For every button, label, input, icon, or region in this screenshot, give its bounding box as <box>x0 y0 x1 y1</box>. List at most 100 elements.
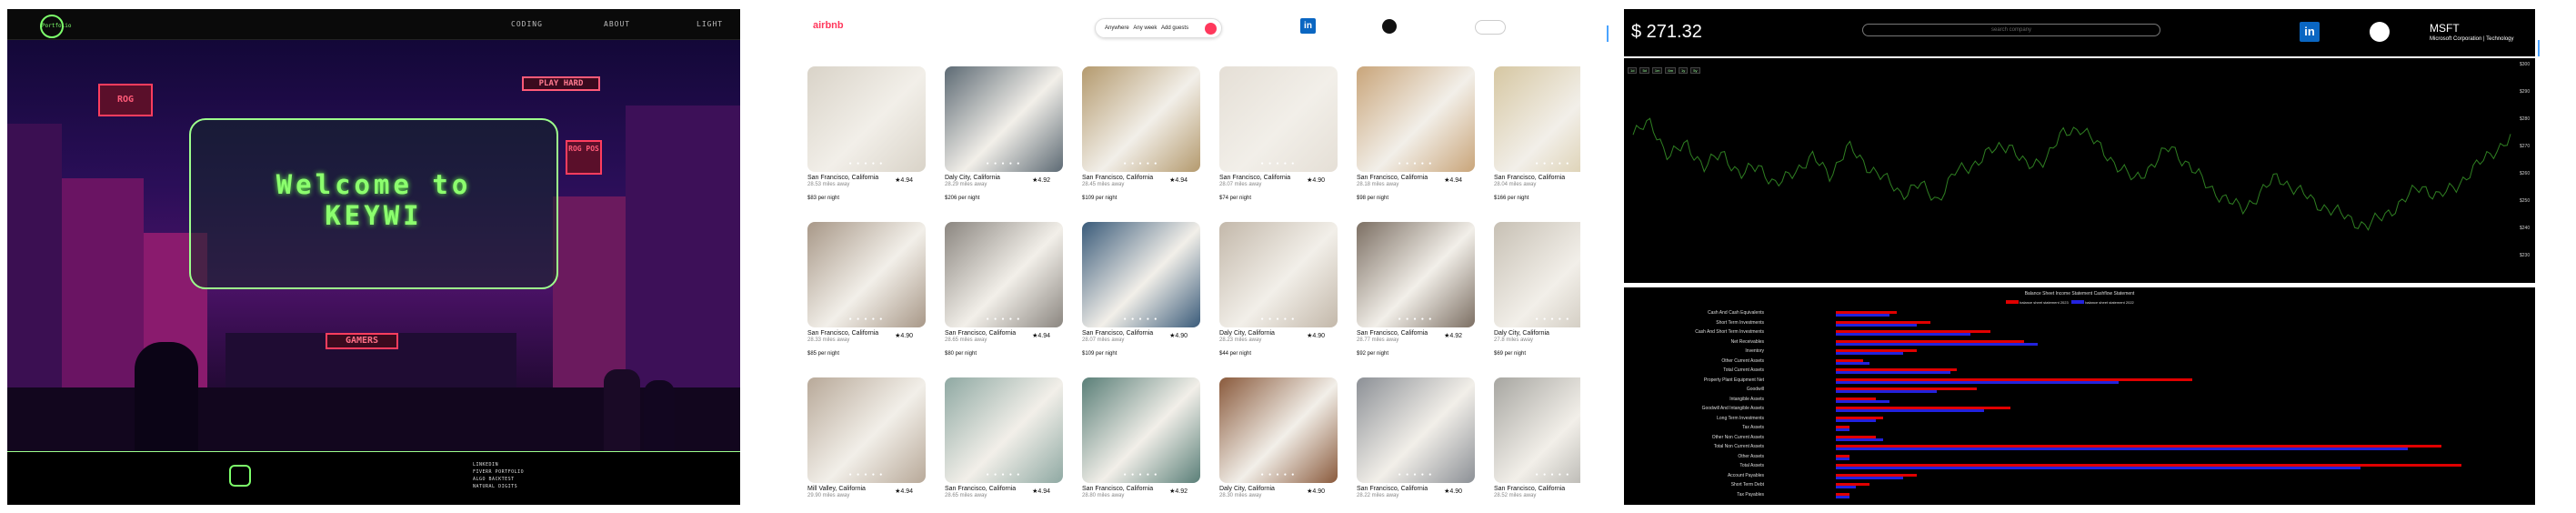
bar-2022[interactable] <box>1836 409 1984 412</box>
airbnb-logo[interactable]: airbnb <box>813 20 844 31</box>
carousel-dots[interactable]: ● ● ● ● ● <box>1082 472 1200 478</box>
bar-2022[interactable] <box>1836 342 2038 346</box>
listing-card[interactable]: ● ● ● ● ● San Francisco, California ★4.94 2… <box>807 66 926 201</box>
listing-photo[interactable]: ● ● ● ● ● <box>807 66 926 172</box>
listing-card[interactable]: ● ● ● ● ●San Francisco, California★28.04… <box>1494 66 1580 201</box>
search-anyweek[interactable]: Any week <box>1133 25 1157 31</box>
carousel-dots[interactable]: ● ● ● ● ● <box>1219 317 1338 322</box>
carousel-dots[interactable]: ● ● ● ● ● <box>807 317 926 322</box>
listing-photo[interactable]: ● ● ● ● ● <box>945 66 1063 172</box>
bar-2022[interactable] <box>1836 418 1877 422</box>
bar-2022[interactable] <box>1836 361 1869 365</box>
carousel-dots[interactable]: ● ● ● ● ● <box>1219 472 1338 478</box>
bar-2022[interactable] <box>1836 486 1857 488</box>
listing-card[interactable]: ● ● ● ● ● San Francisco, California ★4.90 2… <box>1082 222 1200 357</box>
carousel-dots[interactable]: ● ● ● ● ● <box>1357 317 1475 322</box>
listing-photo[interactable]: ● ● ● ● ● <box>1494 222 1580 327</box>
github-icon[interactable] <box>2370 22 2390 42</box>
listing-card[interactable]: ● ● ● ● ● San Francisco, California ★4.90 2… <box>1219 66 1338 201</box>
carousel-dots[interactable]: ● ● ● ● ● <box>1082 161 1200 166</box>
company-search-input[interactable]: search company <box>1862 24 2160 36</box>
listing-card[interactable]: ● ● ● ● ● San Francisco, California ★4.92 2… <box>1357 222 1475 357</box>
footer-link-digits[interactable]: NATURAL DIGITS <box>473 483 524 490</box>
carousel-dots[interactable]: ● ● ● ● ● <box>1357 472 1475 478</box>
footer-link-fiverr[interactable]: FIVERR PORTFOLIO <box>473 468 524 476</box>
footer-link-linkedin[interactable]: LINKEDIN <box>473 461 524 468</box>
bar-2022[interactable] <box>1836 457 1849 460</box>
carousel-dots[interactable]: ● ● ● ● ● <box>807 472 926 478</box>
listing-card[interactable]: ● ● ● ● ●Daly City, California★4.9827.8 … <box>1494 222 1580 357</box>
listing-photo[interactable]: ● ● ● ● ● <box>1494 66 1580 172</box>
listing-photo[interactable]: ● ● ● ● ● <box>1357 222 1475 327</box>
android-icon[interactable] <box>229 465 251 487</box>
listing-photo[interactable]: ● ● ● ● ● <box>1219 222 1338 327</box>
bar-2022[interactable] <box>1836 352 1903 355</box>
statement-tabs[interactable]: Balance Sheet Income Statement Cashflow … <box>1624 291 2535 297</box>
scroll-indicator[interactable] <box>2538 40 2540 56</box>
listing-card[interactable]: ● ● ● ● ● San Francisco, California ★4.94 2… <box>945 222 1063 357</box>
listing-photo[interactable]: ● ● ● ● ● <box>807 377 926 483</box>
listing-photo[interactable]: ● ● ● ● ● <box>945 377 1063 483</box>
bar-2022[interactable] <box>1836 467 2361 469</box>
github-icon[interactable] <box>1382 19 1397 34</box>
footer-link-algo[interactable]: ALGO BACKTEST <box>473 476 524 483</box>
nav-link-light[interactable]: LIGHT <box>697 20 723 28</box>
listing-card[interactable]: ● ● ● ● ● San Francisco, California ★4.94 2… <box>1357 66 1475 201</box>
listing-photo[interactable]: ● ● ● ● ● <box>1494 377 1580 483</box>
listing-photo[interactable]: ● ● ● ● ● <box>1357 66 1475 172</box>
nav-link-coding[interactable]: CODING <box>511 20 543 28</box>
user-menu-button[interactable] <box>1475 20 1506 35</box>
bar-2022[interactable] <box>1836 371 1950 374</box>
listing-card[interactable]: ● ● ● ● ● San Francisco, California ★4.92 2… <box>1082 377 1200 505</box>
listing-photo[interactable]: ● ● ● ● ● <box>1082 222 1200 327</box>
bar-2022[interactable] <box>1836 476 1903 479</box>
search-bar[interactable]: Anywhere Any week Add guests <box>1095 18 1222 38</box>
bar-2022[interactable] <box>1836 333 1970 336</box>
listing-photo[interactable]: ● ● ● ● ● <box>1082 377 1200 483</box>
carousel-dots[interactable]: ● ● ● ● ● <box>807 161 926 166</box>
carousel-dots[interactable]: ● ● ● ● ● <box>945 161 1063 166</box>
carousel-dots[interactable]: ● ● ● ● ● <box>1494 161 1580 166</box>
carousel-dots[interactable]: ● ● ● ● ● <box>1494 317 1580 322</box>
listing-card[interactable]: ● ● ● ● ● San Francisco, California ★4.94 2… <box>945 377 1063 505</box>
bar-2022[interactable] <box>1836 314 1890 317</box>
listing-photo[interactable]: ● ● ● ● ● <box>1219 66 1338 172</box>
bar-2022[interactable] <box>1836 428 1849 431</box>
bar-2022[interactable] <box>1836 448 2408 450</box>
listing-photo[interactable]: ● ● ● ● ● <box>945 222 1063 327</box>
bar-2022[interactable] <box>1836 323 1917 327</box>
listing-card[interactable]: ● ● ● ● ● Mill Valley, California ★4.94 29.… <box>807 377 926 505</box>
listing-photo[interactable]: ● ● ● ● ● <box>1219 377 1338 483</box>
listing-photo[interactable]: ● ● ● ● ● <box>1357 377 1475 483</box>
listing-card[interactable]: ● ● ● ● ● San Francisco, California ★4.90 2… <box>1357 377 1475 505</box>
linkedin-icon[interactable]: in <box>1300 18 1316 34</box>
carousel-dots[interactable]: ● ● ● ● ● <box>945 317 1063 322</box>
portfolio-logo[interactable]: Portfolio <box>40 15 72 38</box>
search-guests[interactable]: Add guests <box>1161 25 1188 31</box>
listing-card[interactable]: ● ● ● ● ●San Francisco, California★28.52… <box>1494 377 1580 505</box>
listing-card[interactable]: ● ● ● ● ● San Francisco, California ★4.94 2… <box>1082 66 1200 201</box>
carousel-dots[interactable]: ● ● ● ● ● <box>1357 161 1475 166</box>
listing-rating: ★4.90 <box>1444 488 1462 495</box>
listing-card[interactable]: ● ● ● ● ● Daly City, California ★4.90 28.30… <box>1219 377 1338 505</box>
search-anywhere[interactable]: Anywhere <box>1105 25 1129 31</box>
scroll-indicator[interactable] <box>1607 25 1609 42</box>
nav-link-about[interactable]: ABOUT <box>604 20 630 28</box>
listing-card[interactable]: ● ● ● ● ● Daly City, California ★4.90 28.23… <box>1219 222 1338 357</box>
carousel-dots[interactable]: ● ● ● ● ● <box>1494 472 1580 478</box>
listing-card[interactable]: ● ● ● ● ● Daly City, California ★4.92 28.29… <box>945 66 1063 201</box>
bar-2022[interactable] <box>1836 380 2119 384</box>
listing-photo[interactable]: ● ● ● ● ● <box>807 222 926 327</box>
carousel-dots[interactable]: ● ● ● ● ● <box>945 472 1063 478</box>
search-icon[interactable] <box>1205 23 1217 35</box>
y-tick-label: $260 <box>2520 171 2530 176</box>
bar-2022[interactable] <box>1836 399 1890 403</box>
listing-card[interactable]: ● ● ● ● ● San Francisco, California ★4.90 2… <box>807 222 926 357</box>
bar-2022[interactable] <box>1836 390 1937 393</box>
bar-2022[interactable] <box>1836 495 1849 498</box>
linkedin-icon[interactable]: in <box>2300 22 2320 42</box>
bar-2022[interactable] <box>1836 438 1883 441</box>
carousel-dots[interactable]: ● ● ● ● ● <box>1082 317 1200 322</box>
carousel-dots[interactable]: ● ● ● ● ● <box>1219 161 1338 166</box>
listing-photo[interactable]: ● ● ● ● ● <box>1082 66 1200 172</box>
